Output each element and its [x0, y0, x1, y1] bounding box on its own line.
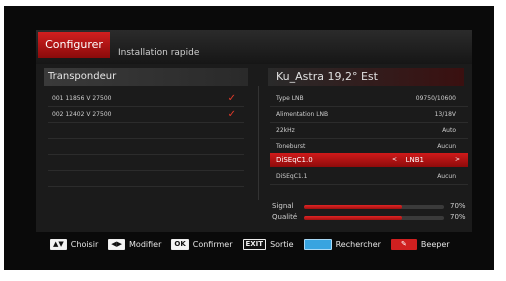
transponder-header: Transpondeur [44, 68, 248, 86]
setting-value: 09750/10600 [415, 95, 456, 102]
setting-key: Toneburst [276, 143, 306, 150]
transponder-row[interactable]: 001 11856 V 27500 ✓ [48, 92, 244, 107]
exit-key-icon[interactable]: EXIT [242, 238, 267, 250]
setting-row-lnb-type[interactable]: Type LNB 09750/10600 [270, 92, 468, 107]
setting-key: Alimentation LNB [276, 111, 329, 118]
setting-value: Aucun [437, 143, 456, 150]
left-right-arrow-icon[interactable]: ◀▶ [108, 238, 126, 250]
quality-percent: 70% [450, 213, 466, 221]
transponder-row-empty [48, 140, 244, 155]
signal-bar [304, 205, 444, 209]
transponder-row-empty [48, 124, 244, 139]
setting-value: LNB1 [405, 156, 424, 164]
satellite-name[interactable]: Ku_Astra 19,2° Est [268, 68, 464, 86]
setting-key: DiSEqC1.1 [276, 173, 308, 180]
setting-row-lnb-power[interactable]: Alimentation LNB 13/18V [270, 108, 468, 123]
signal-label: Signal [272, 202, 294, 210]
up-down-arrow-icon[interactable]: ▲▼ [50, 238, 67, 250]
transponder-label: 001 11856 V 27500 [52, 95, 112, 102]
red-key-icon[interactable]: ✎ [390, 238, 417, 250]
setting-value: 13/18V [434, 111, 456, 118]
page-subtitle: Installation rapide [118, 48, 200, 58]
quality-label: Qualité [272, 213, 298, 221]
check-icon: ✓ [227, 109, 236, 120]
exit-label: Sortie [270, 239, 294, 249]
setting-key: Type LNB [276, 95, 304, 102]
panel-divider [258, 86, 259, 200]
setting-key: DiSEqC1.0 [276, 156, 313, 164]
quality-bar-fill [304, 216, 402, 220]
check-icon: ✓ [227, 93, 236, 104]
chevron-right-icon[interactable]: > [455, 153, 460, 167]
transponder-label: 002 12402 V 27500 [52, 111, 112, 118]
modify-label: Modifier [129, 239, 162, 249]
setting-value: Auto [442, 127, 456, 134]
setting-row-22khz[interactable]: 22kHz Auto [270, 124, 468, 139]
confirm-label: Confirmer [192, 239, 233, 249]
search-label: Rechercher [335, 239, 381, 249]
transponder-row-empty [48, 156, 244, 171]
signal-percent: 70% [450, 202, 466, 210]
blue-key-icon[interactable] [303, 238, 332, 250]
setting-row-diseqc11[interactable]: DiSEqC1.1 Aucun [270, 170, 468, 185]
setting-value: Aucun [437, 173, 456, 180]
signal-bar-fill [304, 205, 402, 209]
chevron-left-icon[interactable]: < [392, 153, 397, 167]
setting-key: 22kHz [276, 127, 295, 134]
transponder-row[interactable]: 002 12402 V 27500 ✓ [48, 108, 244, 123]
quality-bar [304, 216, 444, 220]
choose-label: Choisir [70, 239, 99, 249]
footer-legend: ▲▼ Choisir ◀▶ Modifier OK Confirmer EXIT… [50, 238, 456, 250]
setting-row-diseqc10[interactable]: DiSEqC1.0 < LNB1 > [270, 153, 468, 167]
transponder-row-empty [48, 172, 244, 187]
beeper-label: Beeper [420, 239, 450, 249]
ok-key-icon[interactable]: OK [171, 238, 189, 250]
tab-configurer[interactable]: Configurer [38, 32, 110, 58]
